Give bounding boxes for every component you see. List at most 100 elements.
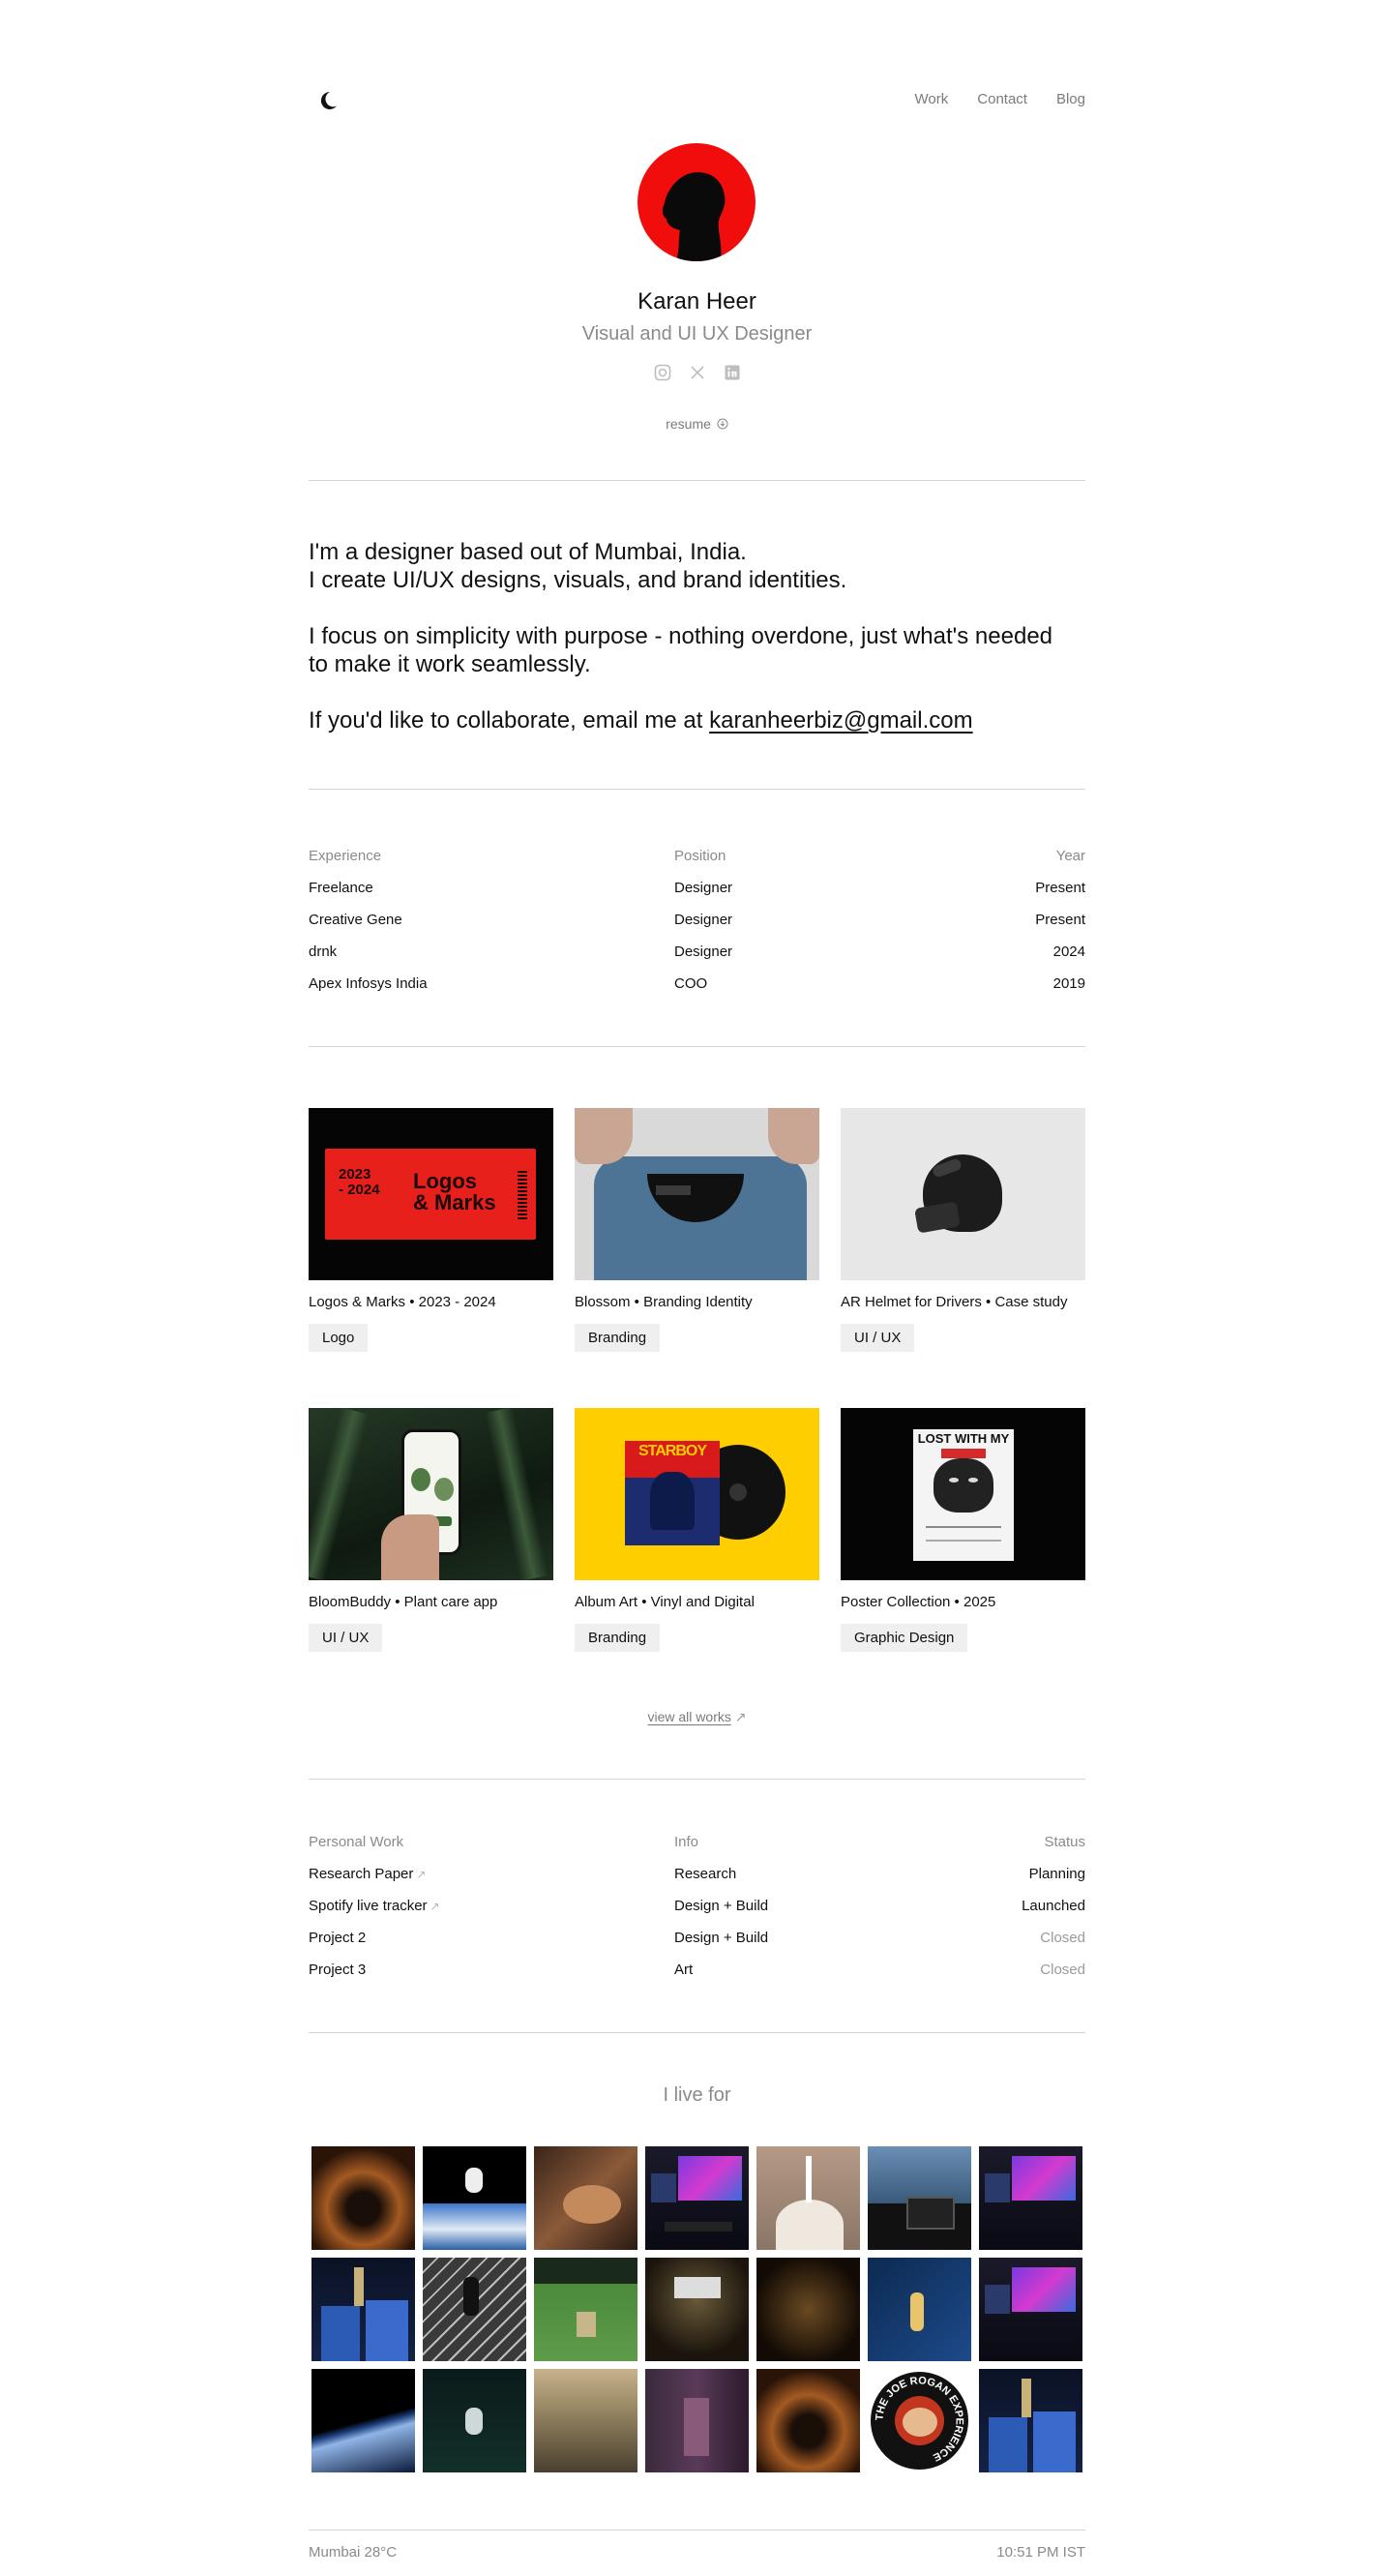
social-links (309, 364, 1085, 381)
work-thumbnail (841, 1108, 1085, 1280)
live-for-heading: I live for (663, 2084, 731, 2106)
work-tag: UI / UX (841, 1324, 915, 1352)
header-status: Status (1044, 1834, 1085, 1850)
work-card-blossom[interactable]: Blossom • Branding Identity Branding (575, 1108, 819, 1408)
work-title: Album Art • Vinyl and Digital (575, 1594, 755, 1610)
photo-gaming-setup (645, 2146, 749, 2250)
header-personal-work: Personal Work (309, 1834, 404, 1850)
table-header: Experience Position Year (309, 840, 1085, 872)
photo-astronaut-night (423, 2369, 526, 2472)
table-row: Freelance Designer Present (309, 880, 1085, 896)
table-row: Apex Infosys India COO 2019 (309, 975, 1085, 992)
divider (309, 2032, 1085, 2033)
intro-paragraph-3: If you'd like to collaborate, email me a… (309, 707, 973, 734)
work-title: Logos & Marks • 2023 - 2024 (309, 1294, 496, 1310)
work-thumbnail (575, 1108, 819, 1280)
photo-gaming-setup (979, 2258, 1082, 2361)
header-info: Info (674, 1834, 699, 1850)
view-all-works-link[interactable]: view all works ↗ (309, 1709, 1085, 1725)
photo-boats (534, 2369, 637, 2472)
linkedin-icon[interactable] (724, 364, 741, 381)
table-row[interactable]: Spotify live tracker ↗ Design + Build Lau… (309, 1890, 1085, 1922)
svg-text:THE JOE ROGAN EXPERIENCE: THE JOE ROGAN EXPERIENCE (874, 2375, 964, 2463)
photo-city-desk (868, 2146, 971, 2250)
intro-paragraph-2: I focus on simplicity with purpose - not… (309, 623, 1053, 677)
photo-joe-rogan-experience: THE JOE ROGAN EXPERIENCE (868, 2369, 971, 2472)
table-row: Project 3 Art Closed (309, 1962, 1085, 1978)
divider (309, 1046, 1085, 1047)
download-icon (717, 418, 728, 430)
divider (309, 480, 1085, 481)
work-tag: UI / UX (309, 1624, 383, 1652)
header-experience: Experience (309, 848, 382, 864)
work-card-bloombuddy[interactable]: BloomBuddy • Plant care app UI / UX (309, 1408, 553, 1708)
work-thumbnail: LOST WITH MY (841, 1408, 1085, 1580)
work-thumbnail: STARBOY (575, 1408, 819, 1580)
photo-grid: THE JOE ROGAN EXPERIENCE (311, 2146, 1082, 2472)
arrow-up-right-icon: ↗ (430, 1900, 440, 1913)
header-position: Position (674, 848, 726, 864)
photo-gaming-setup (979, 2146, 1082, 2250)
table-row: Project 2 Design + Build Closed (309, 1930, 1085, 1946)
work-title: AR Helmet for Drivers • Case study (841, 1294, 1068, 1310)
footer-time: 10:51 PM IST (996, 2544, 1085, 2561)
photo-guitar (534, 2146, 637, 2250)
joe-rogan-badge: THE JOE ROGAN EXPERIENCE (874, 2375, 964, 2463)
work-title: BloomBuddy • Plant care app (309, 1594, 498, 1610)
divider (309, 1779, 1085, 1780)
avatar (637, 143, 756, 261)
work-thumbnail: 2023 - 2024 Logos & Marks (309, 1108, 553, 1280)
work-card-helmet[interactable]: AR Helmet for Drivers • Case study UI / … (841, 1108, 1085, 1408)
profile-name: Karan Heer (637, 288, 756, 315)
work-card-album-art[interactable]: STARBOY Album Art • Vinyl and Digital Br… (575, 1408, 819, 1708)
header-year: Year (1055, 848, 1085, 864)
personal-work-table: Personal Work Info Status Research Paper… (309, 1826, 1085, 1986)
resume-link[interactable]: resume (309, 416, 1085, 432)
nav-blog-link[interactable]: Blog (1056, 91, 1085, 107)
work-tag: Branding (575, 1624, 661, 1652)
footer-weather: Mumbai 28°C (309, 2544, 398, 2561)
divider (309, 789, 1085, 790)
photo-astronaut-earth (423, 2146, 526, 2250)
intro-paragraph-1: I'm a designer based out of Mumbai, Indi… (309, 539, 847, 593)
photo-cricket-stadium (534, 2258, 637, 2361)
photo-runner-track (423, 2258, 526, 2361)
work-title: Poster Collection • 2025 (841, 1594, 996, 1610)
instagram-icon[interactable] (654, 364, 671, 381)
nav-contact-link[interactable]: Contact (977, 91, 1027, 107)
footer: Mumbai 28°C 10:51 PM IST (309, 2544, 1085, 2561)
email-link[interactable]: karanheerbiz@gmail.com (709, 707, 972, 734)
intro: I'm a designer based out of Mumbai, Indi… (309, 538, 1085, 763)
top-nav: Work Contact Blog (915, 91, 1085, 107)
work-card-posters[interactable]: LOST WITH MY Poster Collection • 2025 Gr… (841, 1408, 1085, 1708)
photo-earth-orbit (311, 2369, 415, 2472)
work-title: Blossom • Branding Identity (575, 1294, 753, 1310)
table-row: Creative Gene Designer Present (309, 912, 1085, 928)
photo-cricket-celebration (311, 2258, 415, 2361)
photo-cricket-celebration (979, 2369, 1082, 2472)
photo-village-street (645, 2369, 749, 2472)
work-thumbnail (309, 1408, 553, 1580)
work-tag: Branding (575, 1324, 661, 1352)
photo-ufc-arena (645, 2258, 749, 2361)
experience-table: Experience Position Year Freelance Desig… (309, 840, 1085, 1000)
photo-cave (311, 2146, 415, 2250)
photo-chess (756, 2258, 860, 2361)
photo-cave (756, 2369, 860, 2472)
avatar-silhouette (662, 172, 726, 261)
arrow-up-right-icon: ↗ (734, 1709, 747, 1724)
resume-label: resume (666, 416, 711, 432)
theme-toggle-moon-icon[interactable] (316, 89, 340, 112)
table-row: drnk Designer 2024 (309, 944, 1085, 960)
work-tag: Logo (309, 1324, 369, 1352)
profile-role: Visual and UI UX Designer (581, 323, 813, 344)
x-icon[interactable] (689, 364, 706, 381)
work-tag: Graphic Design (841, 1624, 968, 1652)
work-grid: 2023 - 2024 Logos & Marks Logos & Marks … (309, 1108, 1085, 1708)
photo-tennis (868, 2258, 971, 2361)
table-row[interactable]: Research Paper ↗ Research Planning (309, 1858, 1085, 1890)
arrow-up-right-icon: ↗ (416, 1868, 427, 1881)
nav-work-link[interactable]: Work (915, 91, 949, 107)
divider (309, 2530, 1085, 2531)
work-card-logos[interactable]: 2023 - 2024 Logos & Marks Logos & Marks … (309, 1108, 553, 1408)
